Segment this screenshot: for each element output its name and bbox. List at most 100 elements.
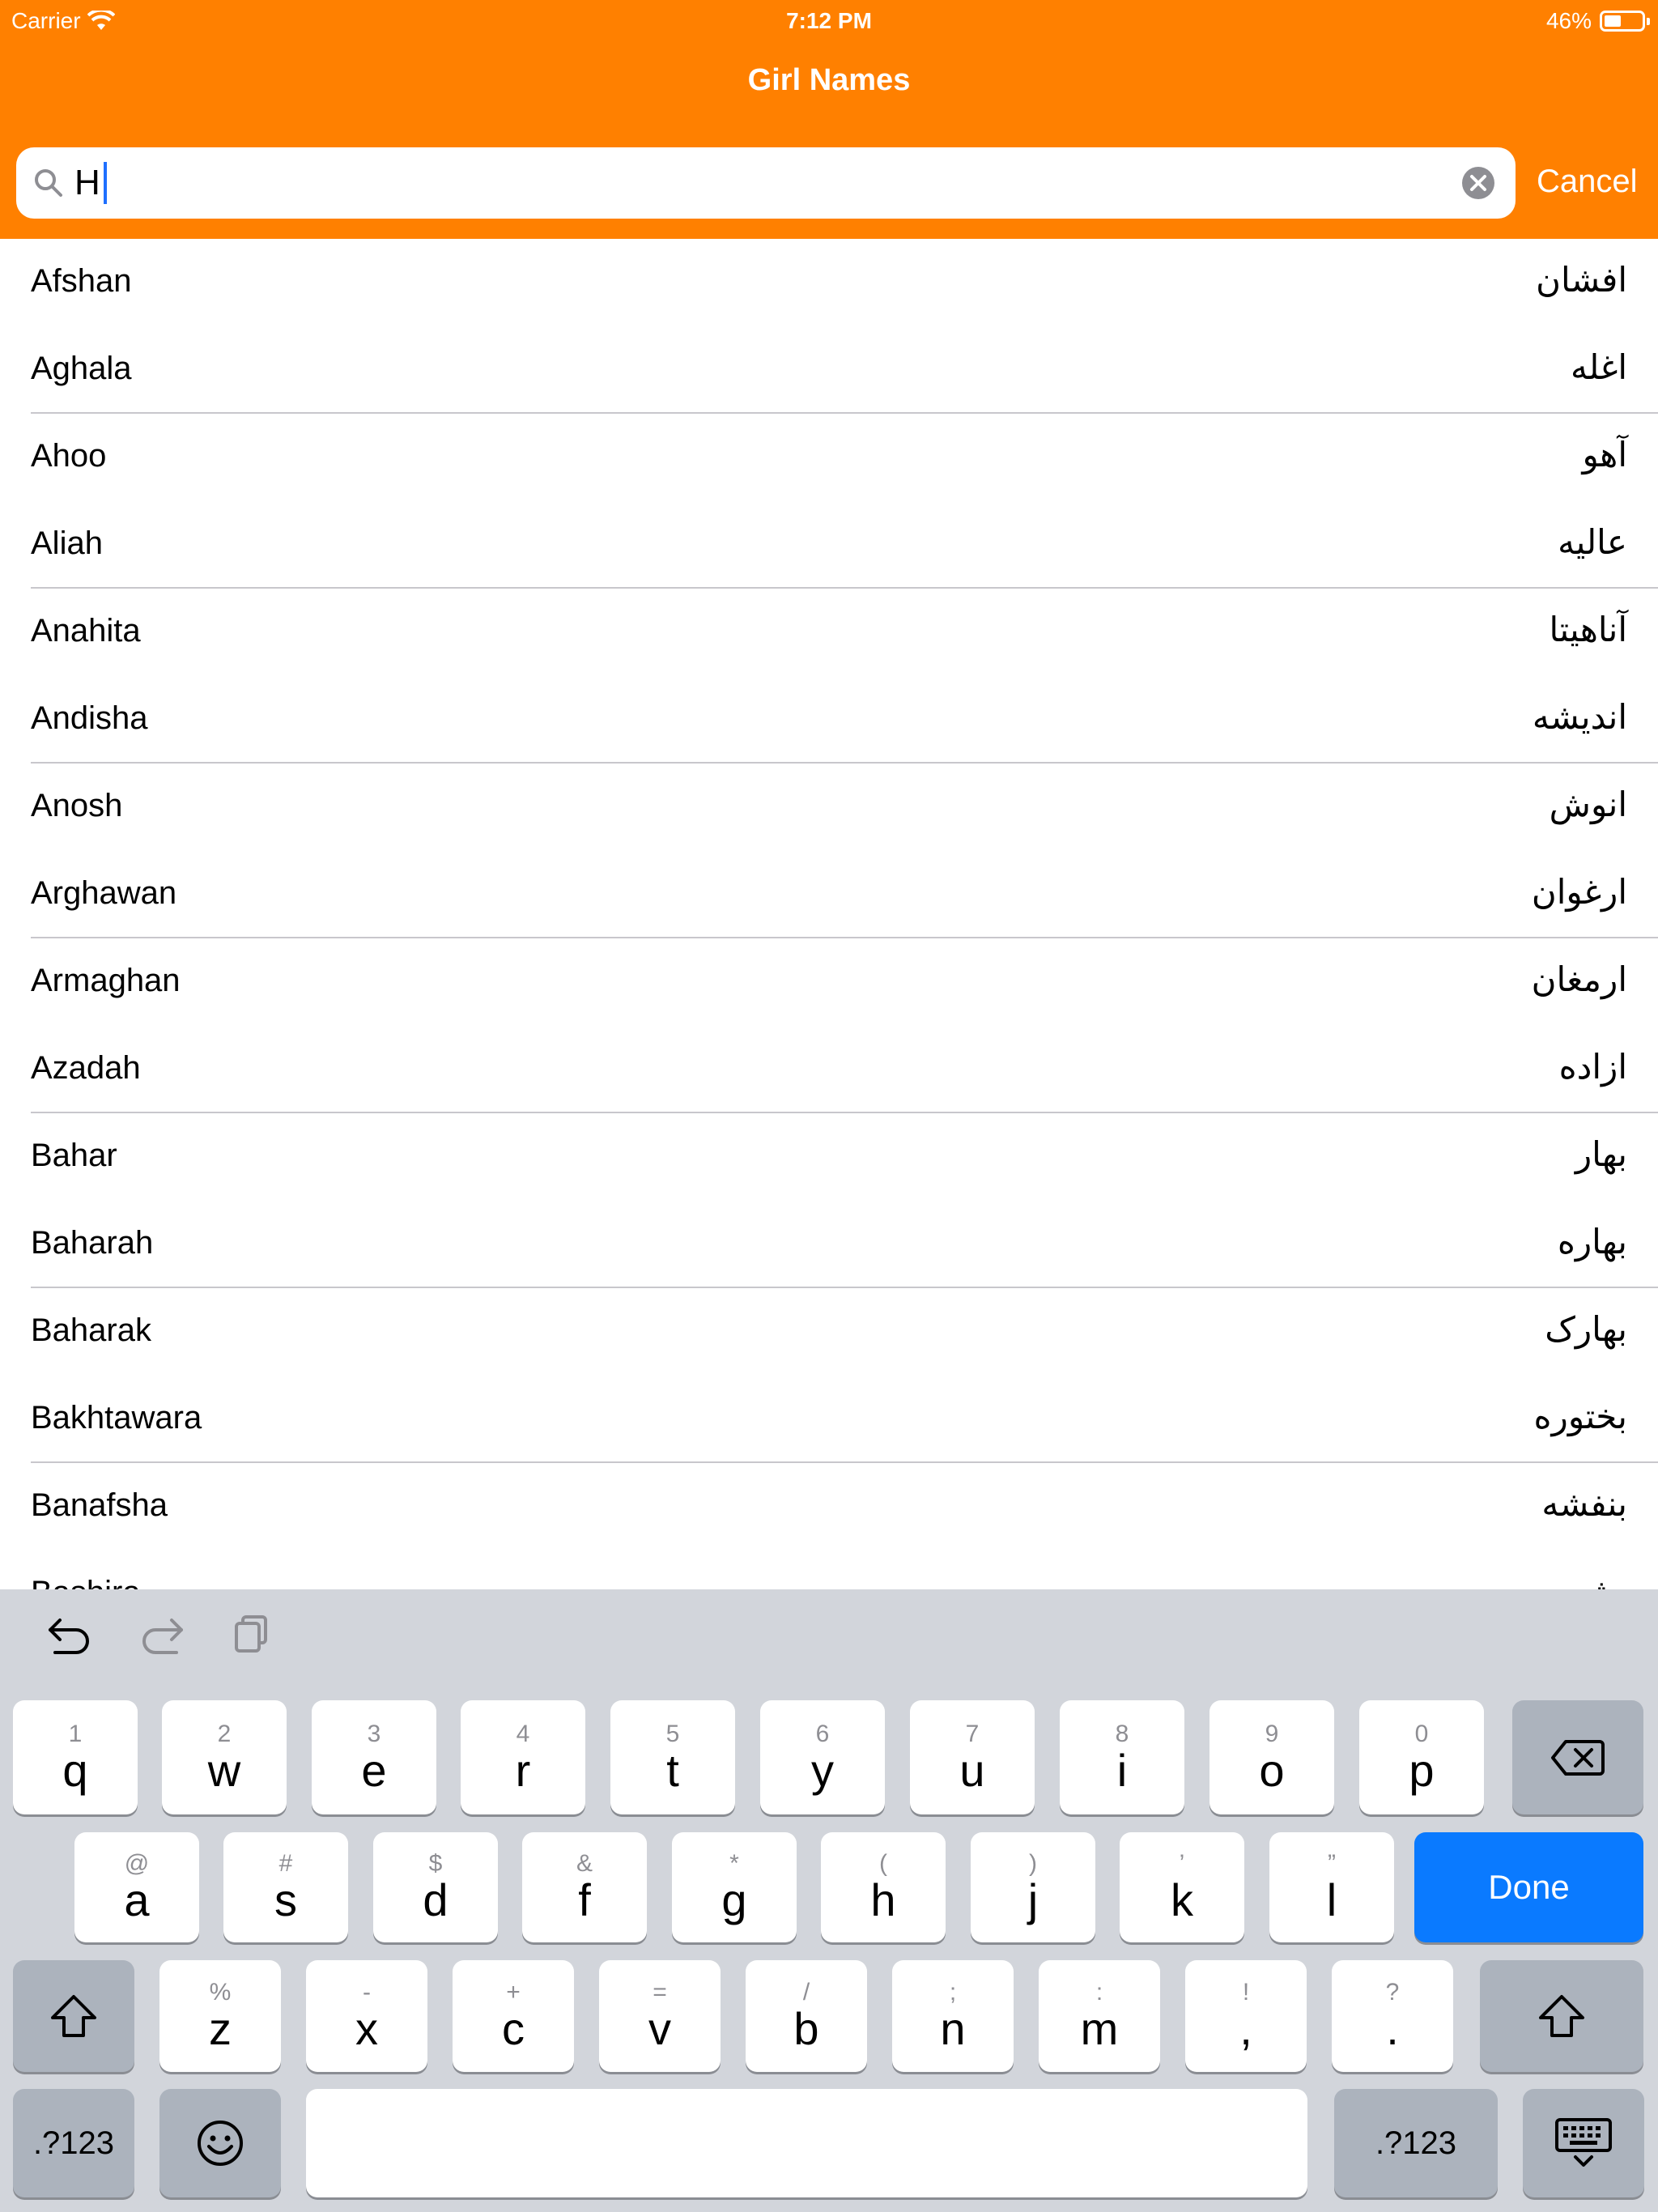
list-item[interactable]: Baharah بهاره — [0, 1201, 1658, 1288]
names-list[interactable]: Afshan افشان Aghala اغله Ahoo آهو Aliah عالیه An… — [0, 239, 1658, 1589]
name-english: Bashira — [31, 1575, 141, 1589]
backspace-key[interactable] — [1512, 1700, 1643, 1814]
search-input-value: H — [74, 163, 100, 202]
list-item[interactable]: Bakhtawara بختوره — [0, 1376, 1658, 1463]
key-secondary-label: / — [802, 1979, 810, 2006]
list-item[interactable]: Andisha اندیشه — [0, 676, 1658, 764]
list-item[interactable]: Ahoo آهو — [0, 414, 1658, 501]
name-persian: ارمغان — [1531, 959, 1627, 999]
name-persian: بشیره — [1541, 1572, 1627, 1589]
key-primary-label: k — [1171, 1874, 1193, 1925]
key-primary-label: f — [578, 1874, 591, 1925]
keyboard-dismiss-icon — [1555, 2118, 1612, 2167]
name-english: Arghawan — [31, 875, 177, 911]
key-e[interactable]: 3e — [312, 1700, 436, 1814]
search-input[interactable]: H — [74, 159, 107, 207]
shift-icon — [51, 1995, 96, 2037]
key-t[interactable]: 5t — [610, 1700, 735, 1814]
list-item[interactable]: Afshan افشان — [0, 239, 1658, 326]
key-secondary-label: - — [363, 1979, 371, 2006]
key-secondary-label: ) — [1029, 1850, 1037, 1877]
key-primary-label: a — [124, 1874, 150, 1925]
list-item[interactable]: Baharak بهارک — [0, 1288, 1658, 1376]
name-english: Baharah — [31, 1225, 154, 1261]
done-key[interactable]: Done — [1414, 1832, 1643, 1942]
shift-key-left[interactable] — [13, 1960, 134, 2072]
emoji-key[interactable] — [159, 2089, 281, 2197]
key-primary-label: i — [1116, 1744, 1128, 1796]
key-primary-label: t — [666, 1744, 679, 1796]
key-w[interactable]: 2w — [162, 1700, 287, 1814]
name-persian: بهارک — [1545, 1309, 1627, 1349]
key-i[interactable]: 8i — [1060, 1700, 1184, 1814]
space-key[interactable] — [306, 2089, 1307, 2197]
undo-icon[interactable] — [45, 1612, 94, 1656]
list-item[interactable]: Aliah عالیه — [0, 501, 1658, 589]
list-item[interactable]: Banafsha بنفشه — [0, 1463, 1658, 1551]
name-english: Bahar — [31, 1138, 117, 1173]
paste-icon[interactable] — [230, 1612, 278, 1656]
list-item[interactable]: Aghala اغله — [0, 326, 1658, 414]
key-y[interactable]: 6y — [760, 1700, 885, 1814]
list-item[interactable]: Bashira بشیره — [0, 1551, 1658, 1589]
key-u[interactable]: 7u — [910, 1700, 1035, 1814]
on-screen-keyboard: 1 q 2 w 3 e 4 r 5 t 6 y 7 u 8 i 9 o 0 p @ a # s $ d & f * g(h) j’ k” l% z… — [0, 1589, 1658, 2212]
key-c[interactable]: + c — [453, 1960, 574, 2072]
key-primary-label: e — [361, 1744, 387, 1796]
key-x[interactable]: -x — [306, 1960, 427, 2072]
name-persian: بهار — [1575, 1134, 1627, 1174]
key-primary-label: x — [355, 2003, 378, 2054]
list-item[interactable]: Arghawan ارغوان — [0, 851, 1658, 938]
clear-search-icon[interactable] — [1460, 165, 1496, 201]
dismiss-keyboard-key[interactable] — [1523, 2089, 1644, 2197]
name-english: Aliah — [31, 525, 103, 561]
key-primary-label: z — [209, 2003, 232, 2054]
key-f[interactable]: & f — [522, 1832, 647, 1942]
key-secondary-label: # — [278, 1850, 293, 1877]
key-secondary-label: $ — [428, 1850, 443, 1877]
key-.[interactable]: ?. — [1332, 1960, 1453, 2072]
key-g[interactable]: * g — [672, 1832, 797, 1942]
key-primary-label: r — [515, 1744, 531, 1796]
name-persian: آناهیتا — [1549, 610, 1627, 649]
key-n[interactable]: ; n — [892, 1960, 1014, 2072]
key-b[interactable]: / b — [746, 1960, 867, 2072]
key-primary-label: j — [1027, 1874, 1039, 1925]
key-h[interactable]: (h — [821, 1832, 946, 1942]
search-bar[interactable]: H — [16, 147, 1516, 219]
key-l[interactable]: ” l — [1269, 1832, 1394, 1942]
key-secondary-label: 8 — [1115, 1720, 1129, 1747]
list-item[interactable]: Bahar بهار — [0, 1113, 1658, 1201]
key-q[interactable]: 1q — [13, 1700, 138, 1814]
name-persian: بنفشه — [1541, 1484, 1627, 1524]
key-secondary-label: ’ — [1179, 1850, 1185, 1877]
numbers-key-right[interactable]: .?123 — [1334, 2089, 1498, 2197]
shift-key-right[interactable] — [1480, 1960, 1643, 2072]
key-v[interactable]: = v — [599, 1960, 721, 2072]
numbers-key-left[interactable]: .?123 — [13, 2089, 134, 2197]
key-m[interactable]: :m — [1039, 1960, 1160, 2072]
key-secondary-label: ” — [1328, 1850, 1336, 1877]
list-item[interactable]: Armaghan ارمغان — [0, 938, 1658, 1026]
emoji-icon — [198, 2121, 243, 2166]
cancel-button[interactable]: Cancel — [1537, 159, 1638, 204]
key-k[interactable]: ’ k — [1120, 1832, 1244, 1942]
key-r[interactable]: 4r — [461, 1700, 585, 1814]
key-a[interactable]: @ a — [74, 1832, 199, 1942]
key-secondary-label: 4 — [516, 1720, 530, 1747]
name-english: Armaghan — [31, 963, 181, 998]
key-j[interactable]: ) j — [971, 1832, 1095, 1942]
list-item[interactable]: Anosh انوش — [0, 764, 1658, 851]
key-o[interactable]: 9o — [1209, 1700, 1334, 1814]
key-d[interactable]: $ d — [373, 1832, 498, 1942]
list-item[interactable]: Anahita آناهیتا — [0, 589, 1658, 676]
key-,[interactable]: !, — [1185, 1960, 1307, 2072]
name-english: Afshan — [31, 263, 132, 299]
list-item[interactable]: Azadah ازاده — [0, 1026, 1658, 1113]
key-primary-label: n — [940, 2003, 966, 2054]
key-s[interactable]: # s — [223, 1832, 348, 1942]
key-p[interactable]: 0p — [1359, 1700, 1484, 1814]
key-z[interactable]: % z — [159, 1960, 281, 2072]
key-primary-label: o — [1259, 1744, 1285, 1796]
redo-icon[interactable] — [138, 1612, 186, 1656]
